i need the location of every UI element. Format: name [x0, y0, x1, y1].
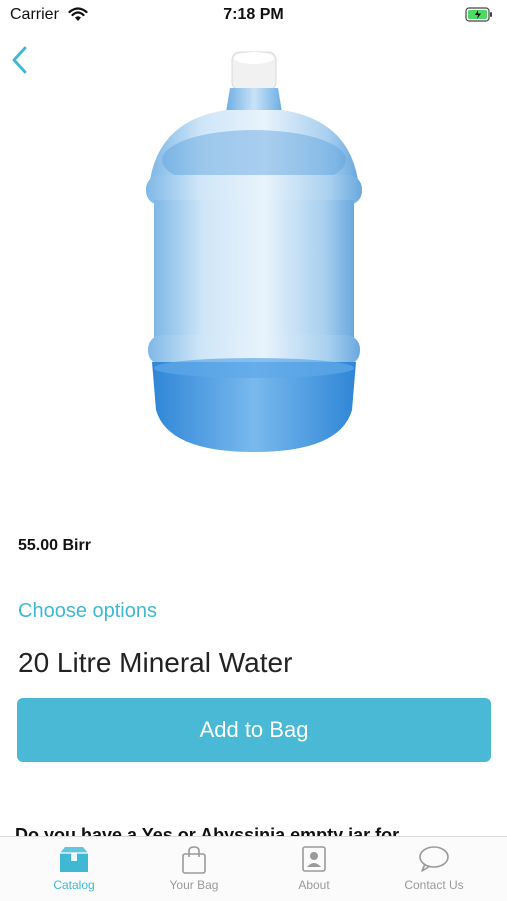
tab-your-bag-label: Your Bag [169, 878, 219, 892]
tab-contact-us-label: Contact Us [404, 878, 464, 892]
product-description: Do you have a Yes or Abyssinia empty jar… [15, 820, 495, 836]
choose-options-link[interactable]: Choose options [18, 600, 157, 623]
tab-catalog-label: Catalog [53, 878, 95, 892]
tab-about[interactable]: About [251, 837, 377, 901]
chevron-left-icon[interactable] [10, 44, 30, 76]
battery-charging-icon [465, 7, 492, 22]
tab-your-bag[interactable]: Your Bag [131, 837, 257, 901]
tab-contact-us[interactable]: Contact Us [371, 837, 497, 901]
description-text: Do you have a Yes or Abyssinia empty jar… [15, 825, 400, 836]
product-price: 55.00 Birr [18, 537, 91, 554]
add-to-bag-button[interactable]: Add to Bag [17, 698, 491, 762]
clock: 7:18 PM [223, 6, 284, 23]
tab-about-label: About [298, 878, 330, 892]
box-icon [60, 847, 88, 872]
status-bar: Carrier 7:18 PM [0, 0, 507, 30]
water-bottle-image [146, 51, 362, 452]
chat-bubble-icon [419, 846, 449, 872]
contact-card-icon [302, 846, 326, 872]
product-title: 20 Litre Mineral Water [18, 647, 293, 678]
tab-catalog[interactable]: Catalog [11, 837, 137, 901]
bag-icon [182, 846, 206, 874]
tab-bar: Catalog Your Bag About Contact Us [0, 836, 507, 901]
